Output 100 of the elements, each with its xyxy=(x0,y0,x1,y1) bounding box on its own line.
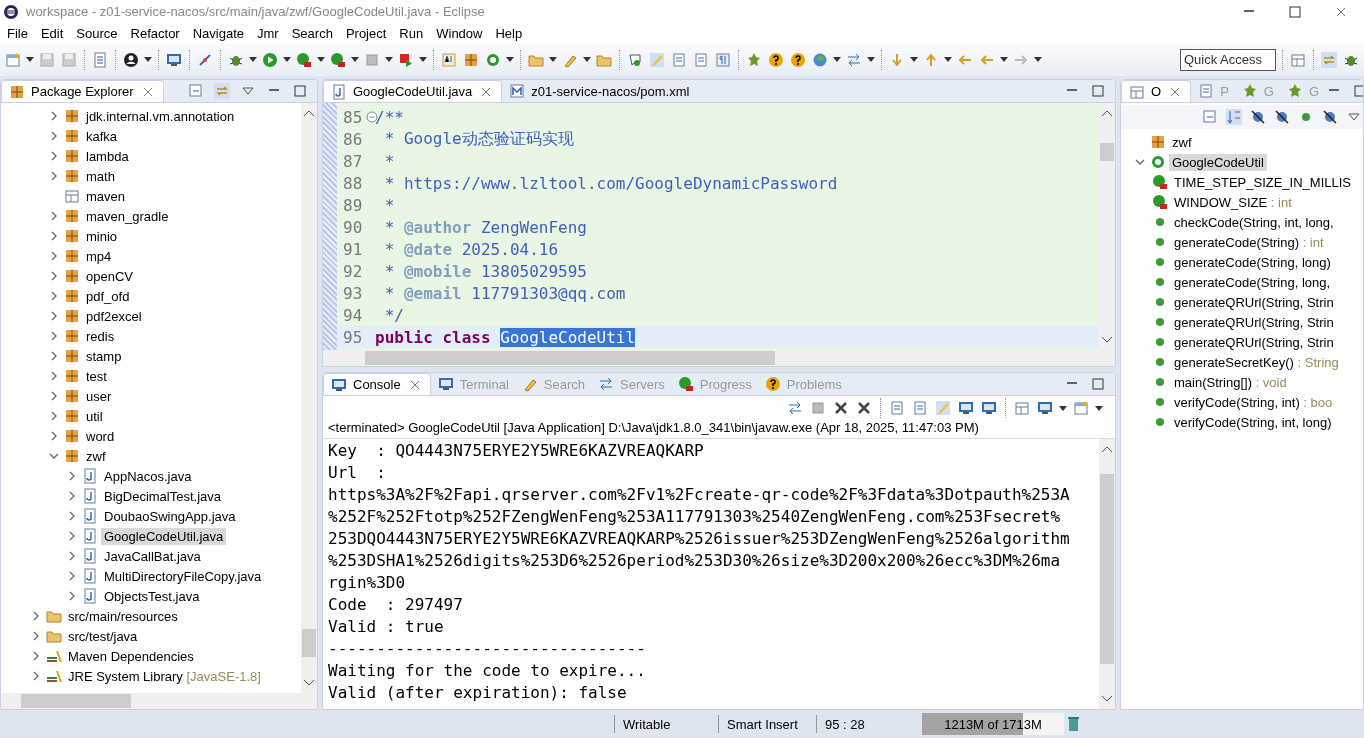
tree-item[interactable]: stamp xyxy=(83,347,125,365)
person-icon[interactable] xyxy=(122,50,140,69)
hide-local-icon[interactable] xyxy=(1321,108,1339,126)
scrollbar[interactable] xyxy=(1099,103,1115,350)
chevron-icon[interactable] xyxy=(31,651,41,661)
tree-item[interactable]: maven_gradle xyxy=(83,207,172,225)
chevron-icon[interactable] xyxy=(49,251,59,261)
menu-item[interactable]: Window xyxy=(431,25,491,41)
tree-item[interactable]: mp4 xyxy=(83,247,115,265)
caret-icon[interactable] xyxy=(144,57,152,62)
outline-item[interactable]: zwf xyxy=(1169,133,1195,151)
maximize-icon[interactable] xyxy=(291,82,309,100)
scroll-thumb[interactable] xyxy=(21,694,131,708)
tree-item[interactable]: kafka xyxy=(83,127,121,145)
paragraph-icon[interactable] xyxy=(714,50,732,69)
chevron-icon[interactable] xyxy=(49,411,59,421)
caret-icon[interactable] xyxy=(317,57,325,62)
editor-tab[interactable]: z01-service-nacos/pom.xml xyxy=(502,80,696,102)
caret-icon[interactable] xyxy=(583,57,591,62)
hide-static-icon[interactable] xyxy=(1273,108,1291,126)
outline-item[interactable]: generateCode(String, long) xyxy=(1171,253,1334,271)
tree-item[interactable]: util xyxy=(83,407,106,425)
chevron-icon[interactable] xyxy=(67,551,77,561)
outline-item[interactable]: verifyCode(String, int, long) xyxy=(1171,413,1335,431)
tree-item[interactable]: jdk.internal.vm.annotation xyxy=(83,107,238,125)
caret-icon[interactable] xyxy=(549,57,557,62)
tree-item[interactable]: zwf xyxy=(83,447,109,465)
tree-item[interactable]: openCV xyxy=(83,267,136,285)
chevron-icon[interactable] xyxy=(49,211,59,221)
outline-item[interactable]: generateCode(String) : int xyxy=(1171,233,1327,251)
menu-item[interactable]: Source xyxy=(71,25,126,41)
view-tab[interactable]: O xyxy=(1121,80,1192,102)
chevron-icon[interactable] xyxy=(31,631,41,641)
chevron-icon[interactable] xyxy=(49,391,59,401)
caret-icon[interactable] xyxy=(1059,405,1067,411)
tree-item[interactable]: DoubaoSwingApp.java xyxy=(101,507,239,525)
chevron-icon[interactable] xyxy=(31,611,41,621)
tree-item[interactable]: src/test/java xyxy=(65,627,141,645)
maximize-icon[interactable] xyxy=(1089,82,1107,100)
relaunch-icon[interactable] xyxy=(786,399,804,417)
help-icon[interactable] xyxy=(789,50,807,69)
tree-item[interactable]: redis xyxy=(83,327,118,345)
caret-icon[interactable] xyxy=(385,57,393,62)
outline-item[interactable]: generateSecretKey() : String xyxy=(1171,353,1342,371)
tree-item[interactable]: src/main/resources xyxy=(65,607,181,625)
chevron-icon[interactable] xyxy=(49,151,59,161)
scrollbar[interactable] xyxy=(1,693,317,709)
scrollbar[interactable] xyxy=(1099,439,1115,709)
heap-status[interactable]: 1213M of 1713M xyxy=(922,713,1064,735)
run-icon[interactable] xyxy=(261,50,279,69)
tree-item[interactable]: GoogleCodeUtil.java xyxy=(101,527,227,545)
chevron-icon[interactable] xyxy=(49,171,59,181)
tree-item[interactable]: user xyxy=(83,387,115,405)
chevron-icon[interactable] xyxy=(49,331,59,341)
tree-item[interactable]: JavaCallBat.java xyxy=(101,547,204,565)
show-output-icon[interactable] xyxy=(957,399,975,417)
tree-item[interactable]: math xyxy=(83,167,118,185)
tree-item[interactable]: test xyxy=(83,367,110,385)
run-config-icon[interactable] xyxy=(329,50,347,69)
caret-icon[interactable] xyxy=(833,57,841,62)
outline-item[interactable]: GoogleCodeUtil xyxy=(1169,153,1267,171)
help-icon[interactable] xyxy=(767,50,785,69)
chevron-icon[interactable] xyxy=(67,511,77,521)
caret-icon[interactable] xyxy=(419,57,427,62)
open-type-icon[interactable] xyxy=(440,50,458,69)
run-external-icon[interactable] xyxy=(295,50,313,69)
caret-icon[interactable] xyxy=(910,57,918,62)
chevron-icon[interactable] xyxy=(49,271,59,281)
view-tab[interactable]: Console xyxy=(323,373,431,395)
caret-icon[interactable] xyxy=(1095,405,1103,411)
chevron-icon[interactable] xyxy=(49,371,59,381)
menu-item[interactable]: Navigate xyxy=(187,25,252,41)
outline-item[interactable]: generateQRUrl(String, Strin xyxy=(1171,313,1337,331)
tree-item[interactable]: maven xyxy=(83,187,129,205)
chevron-icon[interactable] xyxy=(49,451,59,461)
caret-icon[interactable] xyxy=(26,57,34,62)
chevron-icon[interactable] xyxy=(67,491,77,501)
scroll-thumb[interactable] xyxy=(302,629,316,657)
pin-console-icon[interactable] xyxy=(1013,399,1031,417)
chevron-icon[interactable] xyxy=(49,291,59,301)
chevron-icon[interactable] xyxy=(1135,157,1145,167)
chevron-icon[interactable] xyxy=(49,131,59,141)
chevron-icon[interactable] xyxy=(67,591,77,601)
quick-access-field[interactable]: Quick Access xyxy=(1180,48,1276,71)
tree-item[interactable]: pdf_ofd xyxy=(83,287,133,305)
tree-item[interactable]: lambda xyxy=(83,147,132,165)
menu-item[interactable]: Project xyxy=(340,25,395,41)
display-console-icon[interactable] xyxy=(1036,399,1054,417)
chevron-icon[interactable] xyxy=(67,571,77,581)
tree-item[interactable]: pdf2excel xyxy=(83,307,145,325)
scroll-thumb[interactable] xyxy=(1100,142,1114,161)
outline-item[interactable]: generateCode(String, long, xyxy=(1171,273,1334,291)
caret-icon[interactable] xyxy=(944,57,952,62)
tree-item[interactable]: word xyxy=(83,427,118,445)
chevron-icon[interactable] xyxy=(31,671,41,681)
caret-icon[interactable] xyxy=(506,57,514,62)
menu-item[interactable]: Edit xyxy=(35,25,72,41)
package-explorer-tab[interactable]: Package Explorer xyxy=(1,80,164,102)
scroll-thumb[interactable] xyxy=(365,351,775,365)
menu-item[interactable]: Run xyxy=(394,25,432,41)
